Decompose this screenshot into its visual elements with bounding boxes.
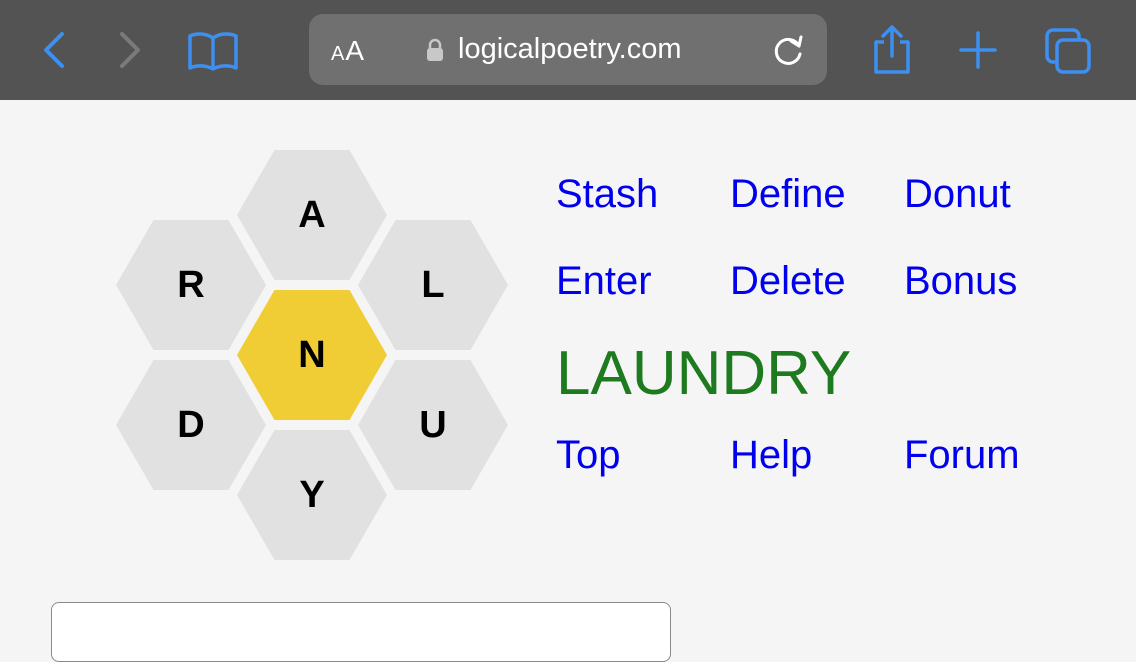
share-icon <box>874 25 910 74</box>
open-book-icon <box>188 32 238 71</box>
address-bar[interactable]: AA logicalpoetry.com <box>309 14 827 85</box>
bonus-link[interactable]: Bonus <box>904 258 1017 304</box>
word-list-box[interactable] <box>51 602 671 662</box>
letter-tile-l[interactable]: L <box>358 220 508 350</box>
letter-tile-u[interactable]: U <box>358 360 508 490</box>
share-button[interactable] <box>870 24 914 76</box>
plus-icon <box>959 31 997 69</box>
current-word: LAUNDRY <box>556 339 852 408</box>
define-link[interactable]: Define <box>730 171 846 217</box>
reload-icon[interactable] <box>771 32 807 68</box>
forum-link[interactable]: Forum <box>904 432 1020 478</box>
url-text: logicalpoetry.com <box>458 33 682 65</box>
browser-toolbar: AA logicalpoetry.com <box>0 0 1136 100</box>
top-link[interactable]: Top <box>556 432 621 478</box>
enter-link[interactable]: Enter <box>556 258 652 304</box>
help-link[interactable]: Help <box>730 432 812 478</box>
text-size-button[interactable]: AA <box>331 36 365 69</box>
letter-tile-d[interactable]: D <box>116 360 266 490</box>
stash-link[interactable]: Stash <box>556 171 658 217</box>
chevron-right-icon <box>120 32 140 68</box>
back-button[interactable] <box>36 28 72 72</box>
delete-link[interactable]: Delete <box>730 258 846 304</box>
donut-link[interactable]: Donut <box>904 171 1011 217</box>
bookmarks-button[interactable] <box>186 28 240 72</box>
tabs-icon <box>1045 28 1091 74</box>
lock-icon <box>427 38 443 61</box>
chevron-left-icon <box>44 32 64 68</box>
letter-tile-a[interactable]: A <box>237 150 387 280</box>
center-letter-tile[interactable]: N <box>237 290 387 420</box>
new-tab-button[interactable] <box>958 30 998 70</box>
tabs-button[interactable] <box>1044 27 1094 75</box>
letter-tile-r[interactable]: R <box>116 220 266 350</box>
letter-tile-y[interactable]: Y <box>237 430 387 560</box>
forward-button[interactable] <box>112 28 148 72</box>
